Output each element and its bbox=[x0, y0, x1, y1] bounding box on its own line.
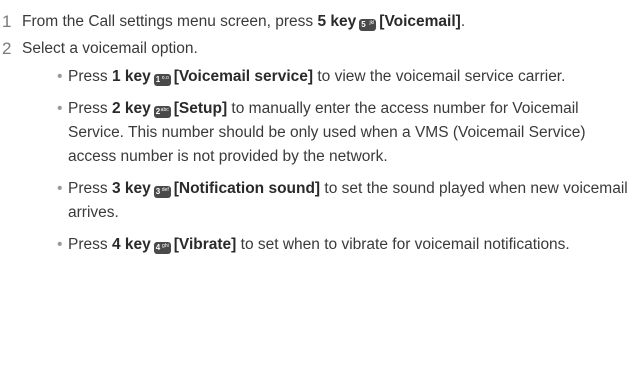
bullet-icon: • bbox=[57, 100, 63, 117]
key-name: 3 key bbox=[111, 180, 151, 197]
key-name: 4 key bbox=[111, 236, 151, 253]
step-text: From the Call settings menu screen, pres… bbox=[22, 13, 318, 30]
menu-label: [Notification sound] bbox=[173, 180, 321, 197]
keypad-2-icon: 2 abc bbox=[153, 106, 171, 118]
key-name: 2 key bbox=[111, 100, 151, 117]
menu-label: [Voicemail] bbox=[379, 13, 461, 30]
instruction-page: 1 From the Call settings menu screen, pr… bbox=[0, 0, 633, 369]
bullet-icon: • bbox=[57, 180, 63, 197]
option-setup: • Press 2 key 2 abc [Setup] to manually ent… bbox=[22, 97, 633, 169]
step-number: 1 bbox=[2, 12, 12, 31]
step-1: 1 From the Call settings menu screen, pr… bbox=[0, 10, 633, 34]
keypad-3-icon: 3 def bbox=[153, 186, 171, 198]
bullet-icon: • bbox=[57, 68, 63, 85]
keypad-4-icon: 4 ghi bbox=[153, 242, 171, 254]
option-voicemail-service: • Press 1 key 1 o.o [Voicemail service] to … bbox=[22, 65, 633, 89]
menu-label: [Setup] bbox=[173, 100, 228, 117]
keypad-5-icon: 5 jkl bbox=[359, 19, 377, 31]
step-2: 2 Select a voicemail option. • Press 1 k… bbox=[0, 37, 633, 257]
keypad-1-icon: 1 o.o bbox=[153, 74, 171, 86]
key-name: 5 key bbox=[317, 13, 357, 30]
option-list: • Press 1 key 1 o.o [Voicemail service] to … bbox=[22, 65, 633, 257]
menu-label: [Vibrate] bbox=[173, 236, 237, 253]
option-vibrate: • Press 4 key 4 ghi [Vibrate] to set when t… bbox=[22, 233, 633, 257]
bullet-icon: • bbox=[57, 236, 63, 253]
key-name: 1 key bbox=[111, 68, 151, 85]
menu-label: [Voicemail service] bbox=[173, 68, 314, 85]
step-number: 2 bbox=[2, 39, 12, 58]
option-notification-sound: • Press 3 key 3 def [Notification sound] to… bbox=[22, 177, 633, 225]
step-text: Select a voicemail option. bbox=[22, 40, 198, 57]
